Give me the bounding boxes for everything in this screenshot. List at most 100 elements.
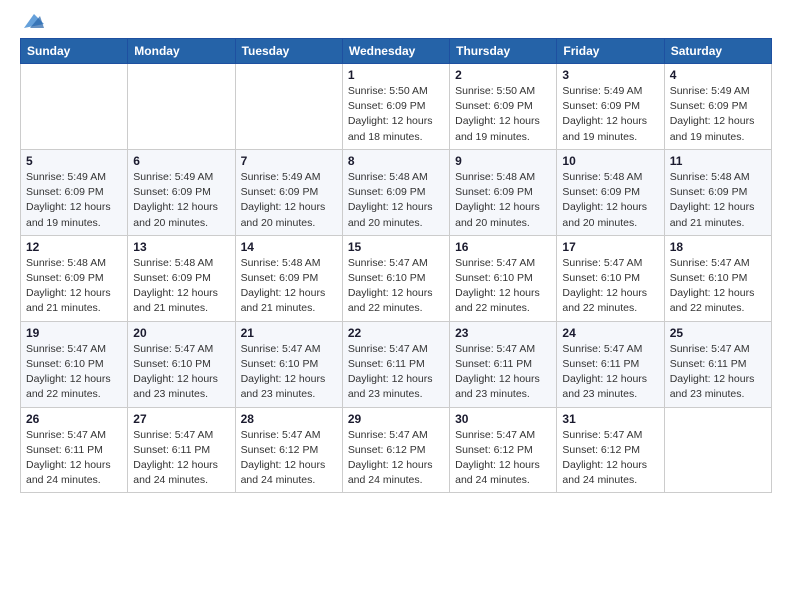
day-number: 2 [455,68,551,82]
day-info: Sunrise: 5:49 AMSunset: 6:09 PMDaylight:… [670,84,766,145]
calendar-cell: 11 Sunrise: 5:48 AMSunset: 6:09 PMDayligh… [664,149,771,235]
day-number: 28 [241,412,337,426]
calendar-cell [21,64,128,150]
weekday-header-saturday: Saturday [664,39,771,64]
calendar-cell: 29Sunrise: 5:47 AMSunset: 6:12 PMDayligh… [342,407,449,493]
calendar-cell: 26 Sunrise: 5:47 AMSunset: 6:11 PMDayligh… [21,407,128,493]
day-number: 30 [455,412,551,426]
day-info: Sunrise: 5:48 AMSunset: 6:09 PMDaylight:… [348,170,444,231]
calendar-week-row: 1 Sunrise: 5:50 AMSunset: 6:09 PMDaylight… [21,64,772,150]
weekday-header-row: SundayMondayTuesdayWednesdayThursdayFrid… [21,39,772,64]
day-info: Sunrise: 5:47 AMSunset: 6:11 PMDaylight:… [670,342,766,403]
day-info: Sunrise: 5:47 AMSunset: 6:12 PMDaylight:… [455,428,551,489]
day-number: 16 [455,240,551,254]
day-info: Sunrise: 5:47 AMSunset: 6:12 PMDaylight:… [241,428,337,489]
calendar-cell: 28 Sunrise: 5:47 AMSunset: 6:12 PMDayligh… [235,407,342,493]
calendar-cell: 7Sunrise: 5:49 AMSunset: 6:09 PMDaylight… [235,149,342,235]
day-info: Sunrise: 5:47 AMSunset: 6:10 PMDaylight:… [455,256,551,317]
calendar-cell: 14Sunrise: 5:48 AMSunset: 6:09 PMDayligh… [235,235,342,321]
day-number: 19 [26,326,122,340]
weekday-header-thursday: Thursday [450,39,557,64]
day-number: 27 [133,412,229,426]
day-info: Sunrise: 5:48 AMSunset: 6:09 PMDaylight:… [26,256,122,317]
calendar-week-row: 26 Sunrise: 5:47 AMSunset: 6:11 PMDayligh… [21,407,772,493]
day-number: 4 [670,68,766,82]
day-number: 6 [133,154,229,168]
logo [20,18,44,32]
day-number: 11 [670,154,766,168]
calendar-cell: 18 Sunrise: 5:47 AMSunset: 6:10 PMDayligh… [664,235,771,321]
day-info: Sunrise: 5:47 AMSunset: 6:10 PMDaylight:… [241,342,337,403]
day-info: Sunrise: 5:47 AMSunset: 6:11 PMDaylight:… [133,428,229,489]
day-info: Sunrise: 5:47 AMSunset: 6:10 PMDaylight:… [348,256,444,317]
calendar-cell: 13 Sunrise: 5:48 AMSunset: 6:09 PMDayligh… [128,235,235,321]
day-info: Sunrise: 5:47 AMSunset: 6:11 PMDaylight:… [562,342,658,403]
calendar-cell: 19 Sunrise: 5:47 AMSunset: 6:10 PMDayligh… [21,321,128,407]
day-info: Sunrise: 5:47 AMSunset: 6:11 PMDaylight:… [455,342,551,403]
day-info: Sunrise: 5:50 AMSunset: 6:09 PMDaylight:… [455,84,551,145]
calendar-cell: 10 Sunrise: 5:48 AMSunset: 6:09 PMDayligh… [557,149,664,235]
day-info: Sunrise: 5:49 AMSunset: 6:09 PMDaylight:… [133,170,229,231]
day-info: Sunrise: 5:47 AMSunset: 6:11 PMDaylight:… [26,428,122,489]
calendar-cell: 6 Sunrise: 5:49 AMSunset: 6:09 PMDaylight… [128,149,235,235]
calendar-cell: 8 Sunrise: 5:48 AMSunset: 6:09 PMDaylight… [342,149,449,235]
day-info: Sunrise: 5:47 AMSunset: 6:10 PMDaylight:… [133,342,229,403]
calendar-cell: 3 Sunrise: 5:49 AMSunset: 6:09 PMDaylight… [557,64,664,150]
calendar-cell: 17Sunrise: 5:47 AMSunset: 6:10 PMDayligh… [557,235,664,321]
day-info: Sunrise: 5:48 AMSunset: 6:09 PMDaylight:… [241,256,337,317]
calendar-cell [235,64,342,150]
day-number: 20 [133,326,229,340]
day-info: Sunrise: 5:49 AMSunset: 6:09 PMDaylight:… [26,170,122,231]
day-info: Sunrise: 5:48 AMSunset: 6:09 PMDaylight:… [670,170,766,231]
calendar-cell: 23 Sunrise: 5:47 AMSunset: 6:11 PMDayligh… [450,321,557,407]
calendar-cell: 31Sunrise: 5:47 AMSunset: 6:12 PMDayligh… [557,407,664,493]
day-number: 3 [562,68,658,82]
day-number: 18 [670,240,766,254]
day-info: Sunrise: 5:50 AMSunset: 6:09 PMDaylight:… [348,84,444,145]
weekday-header-tuesday: Tuesday [235,39,342,64]
calendar-week-row: 5 Sunrise: 5:49 AMSunset: 6:09 PMDaylight… [21,149,772,235]
calendar-cell: 22 Sunrise: 5:47 AMSunset: 6:11 PMDayligh… [342,321,449,407]
calendar-cell [128,64,235,150]
page: SundayMondayTuesdayWednesdayThursdayFrid… [0,0,792,612]
day-number: 10 [562,154,658,168]
day-info: Sunrise: 5:47 AMSunset: 6:10 PMDaylight:… [670,256,766,317]
calendar-cell: 15Sunrise: 5:47 AMSunset: 6:10 PMDayligh… [342,235,449,321]
calendar-cell [664,407,771,493]
calendar-cell: 1 Sunrise: 5:50 AMSunset: 6:09 PMDaylight… [342,64,449,150]
day-number: 25 [670,326,766,340]
day-number: 24 [562,326,658,340]
calendar-cell: 21 Sunrise: 5:47 AMSunset: 6:10 PMDayligh… [235,321,342,407]
day-info: Sunrise: 5:47 AMSunset: 6:11 PMDaylight:… [348,342,444,403]
calendar-cell: 2 Sunrise: 5:50 AMSunset: 6:09 PMDaylight… [450,64,557,150]
logo-bird-icon [22,10,44,32]
day-info: Sunrise: 5:49 AMSunset: 6:09 PMDaylight:… [562,84,658,145]
calendar-cell: 4 Sunrise: 5:49 AMSunset: 6:09 PMDaylight… [664,64,771,150]
calendar-cell: 20 Sunrise: 5:47 AMSunset: 6:10 PMDayligh… [128,321,235,407]
calendar-cell: 16 Sunrise: 5:47 AMSunset: 6:10 PMDayligh… [450,235,557,321]
day-number: 13 [133,240,229,254]
weekday-header-wednesday: Wednesday [342,39,449,64]
day-number: 17 [562,240,658,254]
day-number: 8 [348,154,444,168]
calendar-cell: 24 Sunrise: 5:47 AMSunset: 6:11 PMDayligh… [557,321,664,407]
day-number: 22 [348,326,444,340]
day-info: Sunrise: 5:47 AMSunset: 6:12 PMDaylight:… [348,428,444,489]
day-number: 9 [455,154,551,168]
calendar-week-row: 19 Sunrise: 5:47 AMSunset: 6:10 PMDayligh… [21,321,772,407]
day-number: 1 [348,68,444,82]
day-number: 23 [455,326,551,340]
day-number: 5 [26,154,122,168]
day-info: Sunrise: 5:48 AMSunset: 6:09 PMDaylight:… [562,170,658,231]
day-number: 26 [26,412,122,426]
calendar-cell: 9 Sunrise: 5:48 AMSunset: 6:09 PMDaylight… [450,149,557,235]
day-info: Sunrise: 5:47 AMSunset: 6:10 PMDaylight:… [26,342,122,403]
day-number: 21 [241,326,337,340]
header [20,18,772,32]
day-number: 7 [241,154,337,168]
day-info: Sunrise: 5:48 AMSunset: 6:09 PMDaylight:… [133,256,229,317]
calendar-cell: 12Sunrise: 5:48 AMSunset: 6:09 PMDayligh… [21,235,128,321]
weekday-header-friday: Friday [557,39,664,64]
day-info: Sunrise: 5:48 AMSunset: 6:09 PMDaylight:… [455,170,551,231]
calendar-cell: 27 Sunrise: 5:47 AMSunset: 6:11 PMDayligh… [128,407,235,493]
